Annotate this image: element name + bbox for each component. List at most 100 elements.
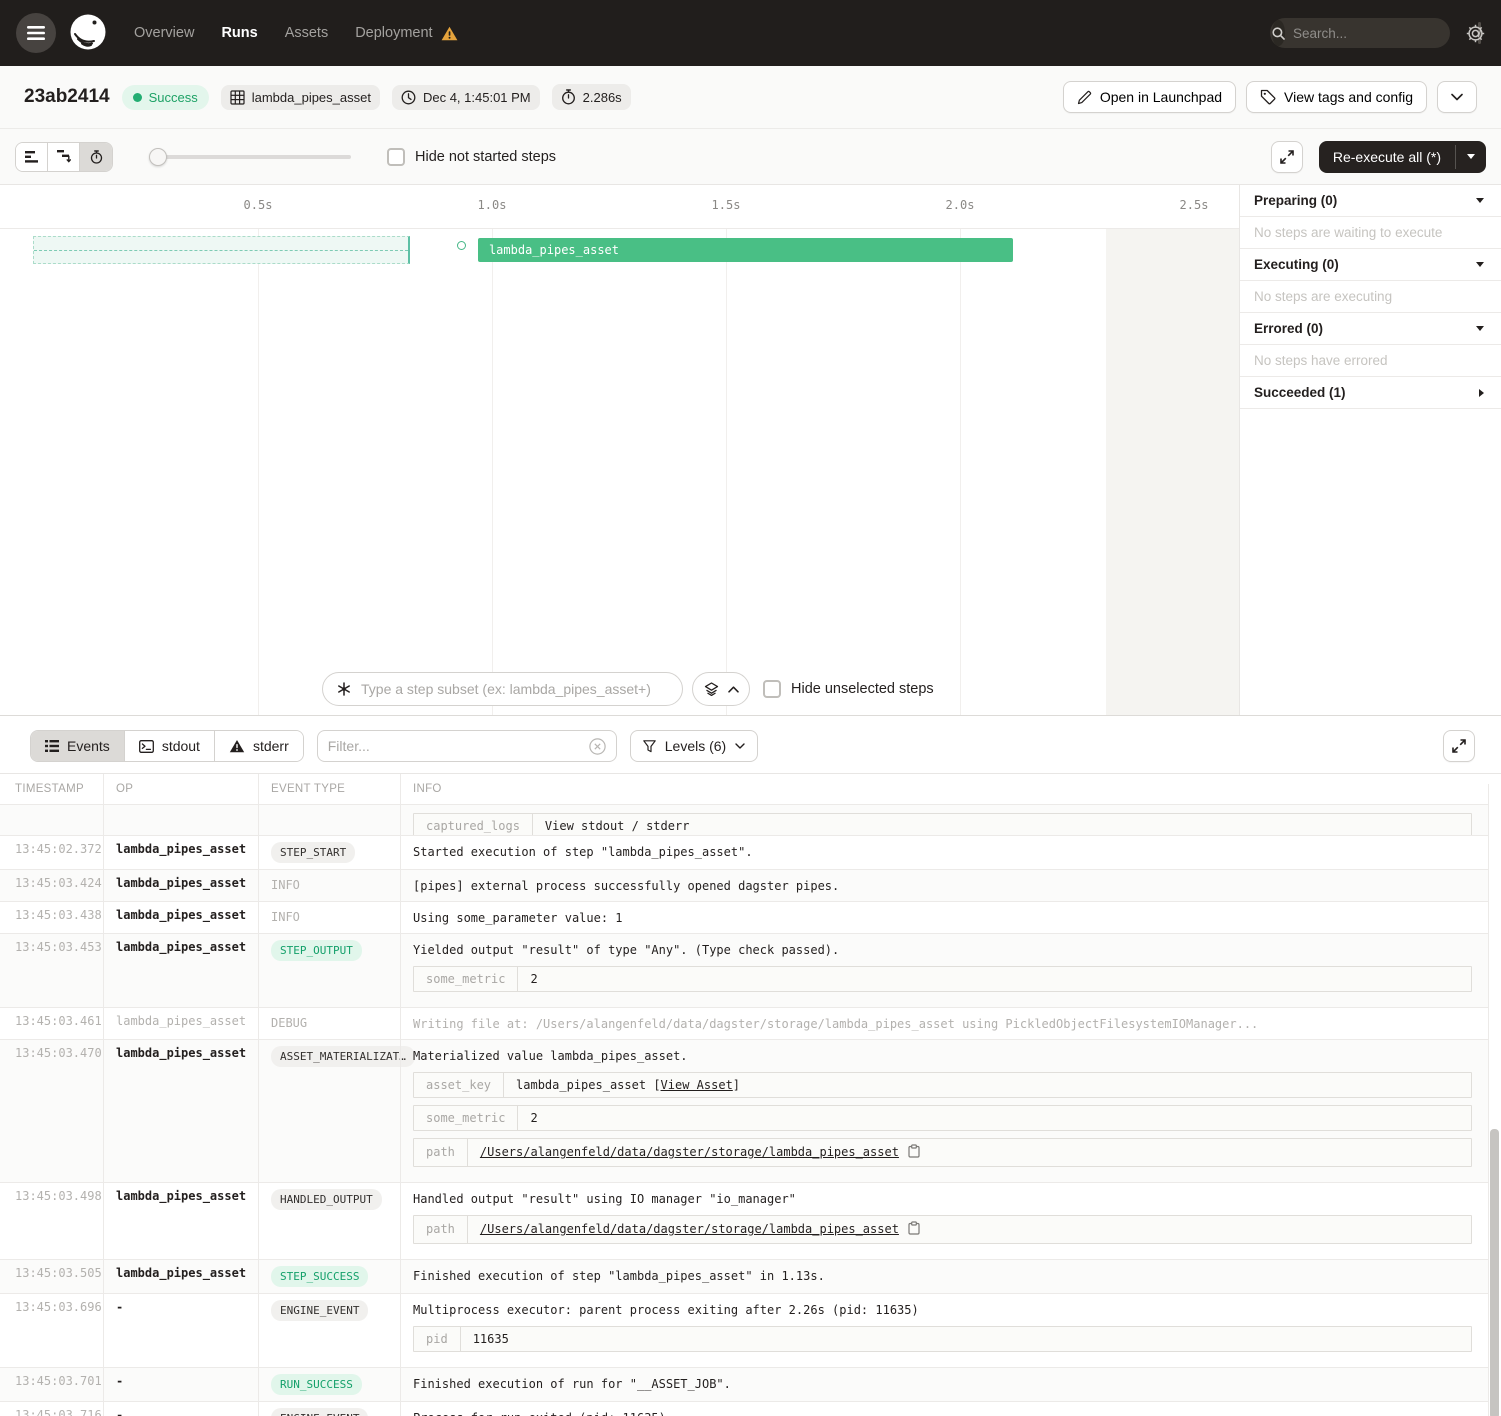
metadata-row: some_metric2 [414,1106,1471,1130]
event-type-cell: STEP_SUCCESS [258,1260,400,1293]
hamburger-menu-button[interactable] [16,13,56,53]
metadata-key: pid [414,1327,461,1351]
event-message: Process for run exited (pid: 11635). [413,1408,1489,1416]
reexecute-all-split-button: Re-execute all (*) [1319,141,1486,173]
view-mode-timed-button[interactable] [80,143,112,171]
nav-deployment-label: Deployment [355,25,432,41]
metadata-key: path [414,1216,468,1243]
run-header: 23ab2414 Success lambda_pipes_asset Dec … [0,66,1501,129]
event-message: Handled output "result" using IO manager… [413,1189,1489,1208]
tab-stdout-label: stdout [162,738,200,754]
info-cell: Materialized value lambda_pipes_asset.as… [400,1040,1501,1182]
step-subset-input[interactable] [361,681,669,697]
event-type-cell: ENGINE_EVENT [258,1402,400,1416]
hide-not-started-label: Hide not started steps [415,149,556,165]
caret-down-icon [1476,198,1484,203]
timestamp-cell [0,805,103,836]
view-asset-link[interactable]: View Asset [661,1078,733,1092]
event-message: [pipes] external process successfully op… [413,876,1489,895]
sidebar-section-executing[interactable]: Executing (0) [1240,249,1501,281]
logs-scrollbar-thumb[interactable] [1490,1129,1499,1416]
section-body: No steps are waiting to execute [1254,225,1442,240]
info-cell: Process for run exited (pid: 11635). [400,1402,1501,1416]
search-input[interactable] [1285,26,1478,41]
metadata-key: path [414,1139,468,1166]
op-cell: lambda_pipes_asset [103,870,258,901]
nav-runs-label: Runs [221,25,257,41]
step-status-sidebar: Preparing (0) No steps are waiting to ex… [1240,185,1501,715]
gear-icon [1466,24,1485,43]
run-job-tag[interactable]: lambda_pipes_asset [221,85,380,110]
copy-icon[interactable] [908,1144,920,1161]
logs-fullscreen-button[interactable] [1443,730,1475,762]
event-message: Using some_parameter value: 1 [413,908,1489,927]
hide-not-started-checkbox[interactable] [387,148,405,166]
nav-assets[interactable]: Assets [285,25,329,41]
sidebar-section-succeeded[interactable]: Succeeded (1) [1240,377,1501,409]
metadata-link[interactable]: /Users/alangenfeld/data/dagster/storage/… [480,1145,899,1159]
event-type-cell: STEP_START [258,836,400,869]
info-cell: Writing file at: /Users/alangenfeld/data… [400,1008,1501,1039]
metadata-key: some_metric [414,967,518,991]
zoom-slider-track[interactable] [151,155,351,159]
event-type-badge: STEP_SUCCESS [271,1266,368,1287]
logs-scrollbar-track[interactable] [1488,784,1501,1416]
event-type-cell: HANDLED_OUTPUT [258,1183,400,1259]
copy-icon[interactable] [908,1221,920,1238]
metadata-row: pid11635 [414,1327,1471,1351]
run-gantt-section: 0.5s 1.0s 1.5s 2.0s 2.5s lambda_pipes_as… [0,185,1501,715]
view-mode-flat-button[interactable] [16,143,48,171]
dagster-logo[interactable] [68,13,108,53]
view-mode-waterfall-button[interactable] [48,143,80,171]
info-cell: Finished execution of run for "__ASSET_J… [400,1368,1501,1401]
timer-view-icon [90,150,103,164]
settings-gear-button[interactable] [1466,24,1485,43]
reexecute-all-button[interactable]: Re-execute all (*) [1319,141,1455,173]
open-in-launchpad-button[interactable]: Open in Launchpad [1063,81,1236,113]
gantt-fullscreen-button[interactable] [1271,141,1303,173]
run-more-actions-button[interactable] [1437,81,1477,113]
run-start-time-label: Dec 4, 1:45:01 PM [423,90,531,105]
run-duration-tag: 2.286s [552,84,631,110]
op-cell: - [103,1402,258,1416]
event-type-badge: STEP_START [271,842,355,863]
event-type-cell: INFO [258,902,400,933]
event-message: Finished execution of run for "__ASSET_J… [413,1374,1489,1393]
tab-events[interactable]: Events [31,731,125,761]
nav-overview[interactable]: Overview [134,25,194,41]
open-in-launchpad-label: Open in Launchpad [1100,89,1222,105]
gantt-step-bar[interactable]: lambda_pipes_asset [478,238,1013,262]
metadata-table: path/Users/alangenfeld/data/dagster/stor… [413,1138,1472,1167]
timestamp-cell: 13:45:02.372 [0,836,103,869]
clear-filter-icon[interactable] [589,738,606,755]
event-type-cell: ENGINE_EVENT [258,1294,400,1367]
hide-unselected-checkbox[interactable] [763,680,781,698]
event-type-badge: STEP_OUTPUT [271,940,362,961]
metadata-table: path/Users/alangenfeld/data/dagster/stor… [413,1215,1472,1244]
metadata-value: View stdout / stderr [533,814,1471,836]
view-tags-config-button[interactable]: View tags and config [1246,81,1427,113]
event-message: Yielded output "result" of type "Any". (… [413,940,1489,959]
sidebar-section-errored[interactable]: Errored (0) [1240,313,1501,345]
reexecute-options-button[interactable] [1456,141,1486,173]
log-filter-input[interactable] [328,738,589,754]
metadata-link[interactable]: /Users/alangenfeld/data/dagster/storage/… [480,1222,899,1236]
gantt-toolbar: Hide not started steps Re-execute all (*… [0,129,1501,185]
tab-stdout[interactable]: stdout [125,731,215,761]
axis-tick: 2.0s [946,198,975,212]
tab-stderr[interactable]: stderr [215,731,303,761]
event-type-badge: HANDLED_OUTPUT [271,1189,382,1210]
metadata-table: asset_keylambda_pipes_asset [View Asset] [413,1072,1472,1098]
status-label: Success [149,90,198,105]
levels-filter-button[interactable]: Levels (6) [630,730,758,762]
nav-runs[interactable]: Runs [221,25,257,41]
metadata-table: captured_logsView stdout / stderr [413,813,1472,836]
event-type-cell: DEBUG [258,1008,400,1039]
sidebar-section-preparing[interactable]: Preparing (0) [1240,185,1501,217]
graph-query-toggle-button[interactable] [692,672,750,706]
metadata-action-link[interactable]: View stdout / stderr [545,819,690,833]
zoom-slider-knob[interactable] [149,148,167,166]
nav-deployment[interactable]: Deployment [355,25,457,41]
zoom-slider[interactable] [151,148,351,166]
global-search[interactable]: / [1270,18,1450,48]
